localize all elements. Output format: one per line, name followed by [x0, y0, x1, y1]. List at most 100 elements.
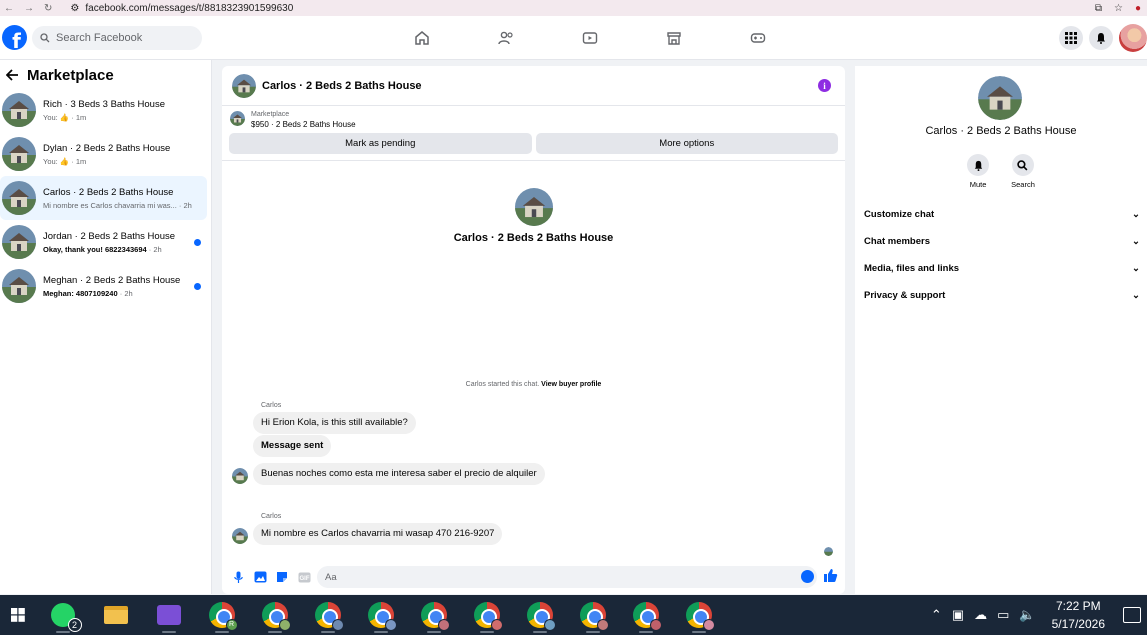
conversation-item[interactable]: Jordan · 2 Beds 2 Baths House Okay, than…: [0, 220, 207, 264]
mute-button[interactable]: Mute: [967, 154, 990, 189]
facebook-logo-icon[interactable]: f: [2, 25, 27, 50]
chat-intro: Carlos · 2 Beds 2 Baths House: [222, 188, 845, 244]
chrome-taskbar-button[interactable]: [460, 595, 513, 635]
conversation-name: Dylan · 2 Beds 2 Baths House: [43, 142, 171, 154]
chrome-taskbar-button[interactable]: [566, 595, 619, 635]
friends-nav-button[interactable]: [464, 16, 548, 60]
emoji-icon[interactable]: [801, 570, 814, 583]
conversation-item[interactable]: Meghan · 2 Beds 2 Baths House Meghan: 48…: [0, 264, 207, 308]
onedrive-cloud-icon[interactable]: ☁: [974, 607, 987, 623]
message-bubble[interactable]: Hi Erion Kola, is this still available?: [253, 412, 416, 434]
clock[interactable]: 7:22 PM 5/17/2026: [1052, 597, 1105, 633]
app-taskbar-button[interactable]: [142, 595, 195, 635]
notifications-button[interactable]: [1089, 26, 1113, 50]
info-icon[interactable]: i: [818, 79, 831, 92]
chevron-up-icon[interactable]: ⌃: [931, 607, 942, 623]
reload-icon[interactable]: ↻: [44, 3, 52, 14]
chat-avatar[interactable]: [232, 73, 256, 98]
chrome-taskbar-button[interactable]: [672, 595, 725, 635]
section-media-files-links[interactable]: Media, files and links ⌄: [864, 255, 1140, 282]
mark-as-pending-button[interactable]: Mark as pending: [229, 133, 532, 154]
header-actions: [1059, 24, 1147, 52]
photo-icon[interactable]: [253, 570, 267, 584]
chrome-icon: [632, 602, 662, 631]
chrome-icon: [367, 602, 397, 631]
volume-icon[interactable]: 🔈: [1019, 607, 1035, 623]
sticker-icon[interactable]: [275, 570, 289, 584]
search-input[interactable]: [56, 32, 186, 44]
url-text: facebook.com/messages/t/8818323901599630: [85, 2, 294, 14]
search-icon: [1011, 154, 1034, 176]
chrome-taskbar-button[interactable]: [513, 595, 566, 635]
message-input-wrapper[interactable]: [317, 566, 817, 588]
message-bubble[interactable]: Message sent: [253, 435, 332, 457]
search-box[interactable]: [32, 26, 202, 50]
profile-icon[interactable]: ●: [1135, 3, 1141, 14]
gaming-icon: [750, 33, 766, 43]
back-icon[interactable]: ←: [4, 3, 14, 14]
video-icon: [582, 32, 598, 44]
bookmark-star-icon[interactable]: ☆: [1114, 3, 1123, 14]
conversation-item[interactable]: Dylan · 2 Beds 2 Baths House You: 👍 · 1m: [0, 132, 207, 176]
site-settings-icon[interactable]: ⚙: [70, 3, 79, 14]
account-avatar[interactable]: [1119, 24, 1147, 52]
notification-center-icon[interactable]: [1123, 607, 1141, 623]
conversation-name: Meghan · 2 Beds 2 Baths House: [43, 274, 181, 286]
search-in-chat-button[interactable]: Search: [1011, 154, 1035, 189]
conversation-item-active[interactable]: Carlos · 2 Beds 2 Baths House Mi nombre …: [0, 176, 207, 220]
chrome-icon: [314, 602, 344, 631]
chrome-icon: [579, 602, 609, 631]
more-options-button[interactable]: More options: [535, 133, 838, 154]
chat-title[interactable]: Carlos · 2 Beds 2 Baths House: [262, 80, 422, 92]
microphone-icon[interactable]: [231, 570, 245, 584]
clock-date: 5/17/2026: [1051, 617, 1105, 631]
message-bubble[interactable]: Buenas noches como esta me interesa sabe…: [253, 463, 545, 485]
listing-summary[interactable]: Marketplace $950 · 2 Beds 2 Baths House: [222, 106, 845, 129]
section-chat-members[interactable]: Chat members ⌄: [864, 228, 1140, 255]
profile-avatar[interactable]: [978, 76, 1022, 120]
back-arrow-icon[interactable]: [6, 69, 19, 81]
chrome-taskbar-button[interactable]: R: [195, 595, 248, 635]
cast-icon[interactable]: ⧉: [1095, 3, 1102, 14]
section-customize-chat[interactable]: Customize chat ⌄: [864, 201, 1140, 228]
gaming-nav-button[interactable]: [716, 16, 800, 60]
gif-icon[interactable]: GIF: [297, 570, 311, 584]
chevron-down-icon: ⌄: [1132, 290, 1140, 301]
address-bar[interactable]: ⚙ facebook.com/messages/t/88183239015996…: [70, 3, 293, 14]
marketplace-label: Marketplace: [251, 111, 290, 118]
forward-icon[interactable]: →: [24, 3, 34, 14]
view-buyer-profile-link[interactable]: View buyer profile: [541, 381, 601, 388]
network-icon[interactable]: ▭: [997, 607, 1009, 623]
section-privacy-support[interactable]: Privacy & support ⌄: [864, 282, 1140, 309]
top-navigation: [380, 16, 800, 60]
home-nav-button[interactable]: [380, 16, 464, 60]
sender-avatar[interactable]: [232, 528, 248, 544]
bell-icon: [967, 154, 990, 176]
conversation-preview: You: 👍 · 1m: [43, 156, 87, 166]
conversation-preview: Meghan: 4807109240 · 2h: [43, 288, 133, 298]
conversation-preview: Mi nombre es Carlos chavarria mi was... …: [43, 200, 192, 210]
chrome-taskbar-button[interactable]: [407, 595, 460, 635]
thumbs-up-send-icon[interactable]: [823, 568, 838, 586]
menu-button[interactable]: [1059, 26, 1083, 50]
system-tray: ⌃ ▣ ☁ ▭ 🔈 7:22 PM 5/17/2026: [931, 597, 1147, 633]
watch-nav-button[interactable]: [548, 16, 632, 60]
conversation-item[interactable]: Rich · 3 Beds 3 Baths House You: 👍 · 1m: [0, 88, 207, 132]
message-bubble[interactable]: Mi nombre es Carlos chavarria mi wasap 4…: [253, 523, 503, 545]
chrome-taskbar-button[interactable]: [301, 595, 354, 635]
sender-avatar[interactable]: [232, 468, 248, 484]
home-icon: [415, 31, 429, 45]
chat-panel: Carlos · 2 Beds 2 Baths House i Marketpl…: [222, 66, 845, 594]
marketplace-nav-button[interactable]: [632, 16, 716, 60]
chrome-taskbar-button[interactable]: [354, 595, 407, 635]
chrome-taskbar-button[interactable]: [248, 595, 301, 635]
message-input[interactable]: [325, 571, 785, 583]
chrome-taskbar-button[interactable]: [619, 595, 672, 635]
chrome-icon: [685, 602, 715, 631]
start-button[interactable]: [0, 595, 36, 635]
meet-now-icon[interactable]: ▣: [952, 607, 964, 623]
app-icon: [156, 605, 181, 625]
file-explorer-taskbar-button[interactable]: [89, 595, 142, 635]
profile-avatar[interactable]: [514, 188, 553, 226]
whatsapp-taskbar-button[interactable]: 2: [36, 595, 89, 635]
